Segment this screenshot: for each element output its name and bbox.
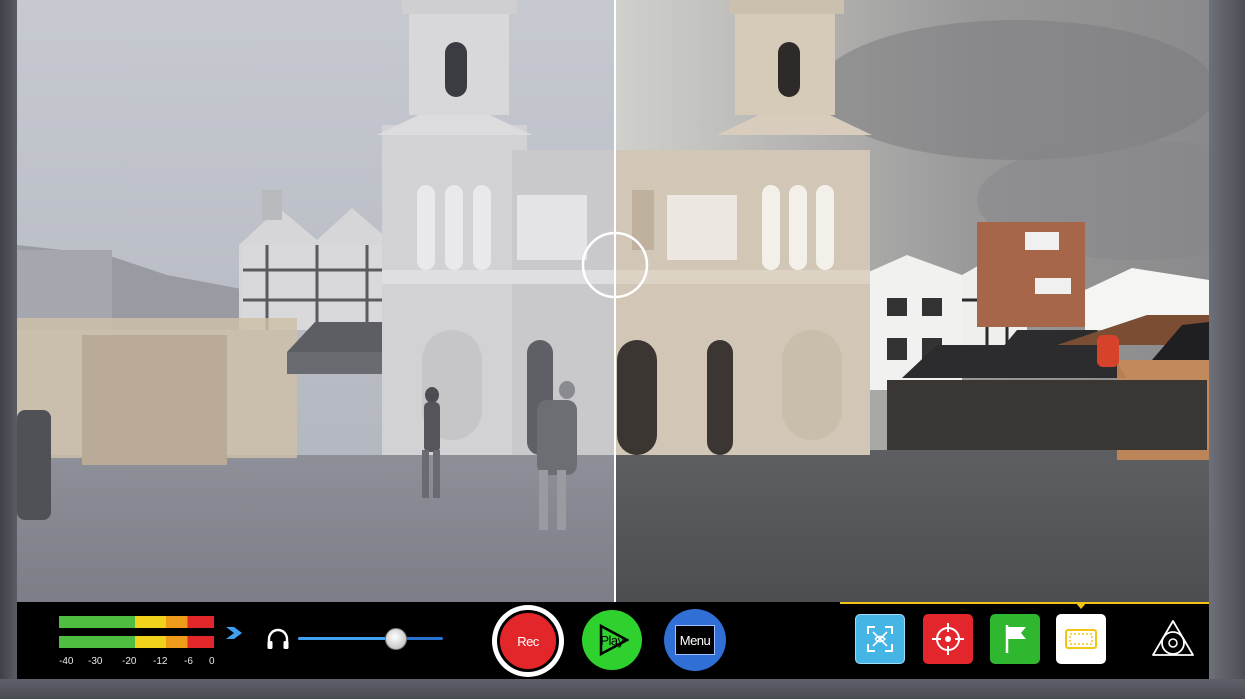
flag-icon: [1005, 625, 1026, 653]
meter-tick-label: -6: [184, 656, 193, 667]
play-button[interactable]: Play: [582, 610, 642, 670]
meter-tick-label: -12: [153, 656, 168, 667]
device-bezel-left: [0, 0, 17, 699]
headphone-icon: [267, 628, 289, 649]
meter-tick-label: -20: [122, 656, 137, 667]
volume-slider-knob[interactable]: [385, 628, 407, 650]
meter-tick-label: -40: [59, 656, 74, 667]
volume-slider-fill: [298, 637, 395, 640]
atomos-logo-icon: [1152, 620, 1194, 656]
selected-tool-caret: [1075, 602, 1087, 609]
flag-button[interactable]: [990, 614, 1040, 664]
audio-meter-channel-1: [59, 616, 214, 628]
menu-button[interactable]: Menu: [664, 609, 726, 671]
monitor-overlay-icon: [1065, 629, 1097, 649]
crosshair-button[interactable]: [923, 614, 973, 664]
device-bezel-bottom: [0, 679, 1245, 699]
video-viewport[interactable]: [17, 0, 1209, 602]
play-button-label: Play: [600, 632, 624, 648]
bottom-toolbar: -40 -30 -20 -12 -6 0 Rec Play Menu: [17, 602, 1209, 679]
meter-tick-label: 0: [209, 656, 215, 667]
device-bezel-right: [1209, 0, 1245, 699]
focus-peaking-icon: [867, 626, 893, 652]
chevron-right-icon[interactable]: [224, 625, 244, 641]
crosshair-icon: [932, 623, 964, 655]
menu-button-label: Menu: [679, 632, 711, 648]
selected-tool-indicator-line: [840, 602, 1209, 604]
focus-peaking-button[interactable]: [855, 614, 905, 664]
monitor-overlay-button[interactable]: [1056, 614, 1106, 664]
record-button[interactable]: Rec: [492, 605, 564, 677]
meter-tick-label: -30: [88, 656, 103, 667]
audio-meter-channel-2: [59, 636, 214, 648]
record-button-label: Rec: [517, 633, 539, 649]
